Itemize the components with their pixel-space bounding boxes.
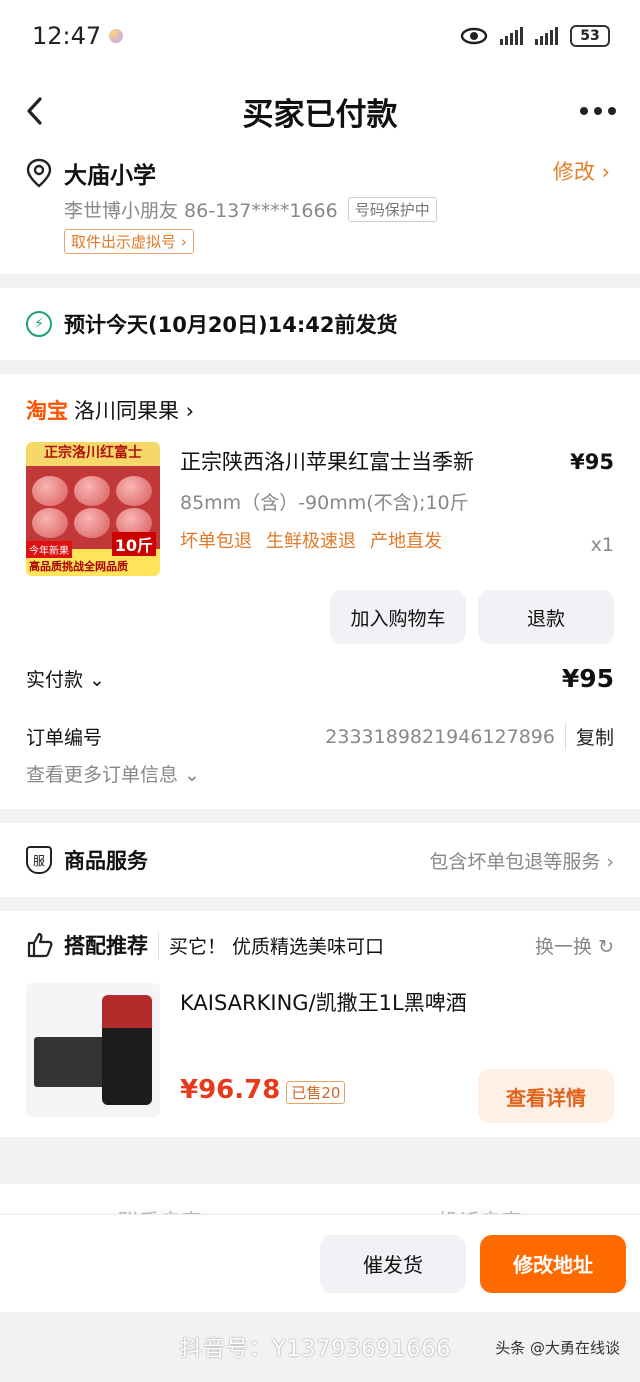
bottom-action-bar: 催发货 修改地址: [0, 1214, 640, 1312]
recommend-subtitle: 买它！ 优质精选美味可口: [158, 931, 384, 959]
recommend-price: ¥96.78: [180, 1075, 281, 1105]
toutiao-source: 头条 @大勇在线谈: [495, 1338, 620, 1357]
product-tag: 生鲜极速退: [266, 531, 356, 552]
status-indicators: 53: [460, 25, 610, 47]
paid-label[interactable]: 实付款 ⌄: [26, 665, 105, 692]
divider: [0, 897, 640, 911]
paid-amount: ¥95: [561, 664, 614, 693]
product-tags: 坏单包退 生鲜极速退 产地直发: [180, 527, 614, 553]
product-image[interactable]: 正宗洛川红富士 今年新果 10斤 高品质挑战全网品质: [26, 442, 160, 576]
recommend-section: 搭配推荐 买它！ 优质精选美味可口 换一换 ↻ KAISARKING/凯撒王1L…: [0, 911, 640, 1137]
product-spec: 85mm（含）-90mm(不含);10斤: [180, 492, 469, 514]
paid-row: 实付款 ⌄ ¥95: [26, 664, 614, 693]
product-tag: 产地直发: [370, 531, 442, 552]
recommend-title: 搭配推荐: [64, 934, 148, 958]
douyin-watermark: 抖音号：Y13793691666: [180, 1337, 452, 1362]
battery-indicator: 53: [570, 25, 610, 47]
image-badge-new: 今年新果: [26, 541, 72, 558]
taobao-logo: 淘宝: [26, 399, 68, 423]
image-badge-weight: 10斤: [111, 532, 156, 556]
sold-badge: 已售20: [286, 1081, 346, 1104]
eye-icon: [460, 27, 488, 45]
product-name: 正宗陕西洛川苹果红富士当季新: [180, 450, 474, 474]
virtual-number-button[interactable]: 取件出示虚拟号 ›: [64, 229, 194, 254]
product-price: ¥95: [570, 450, 614, 474]
lightning-icon: ⚡: [26, 311, 52, 337]
location-pin-icon: [26, 158, 52, 188]
shipping-estimate: ⚡ 预计今天(10月20日)14:42前发货: [0, 288, 640, 360]
notification-dot-icon: [109, 29, 124, 43]
image-bottom-text: 高品质挑战全网品质: [29, 560, 128, 573]
more-options-icon[interactable]: [580, 107, 616, 115]
service-desc[interactable]: 包含坏单包退等服务 ›: [429, 847, 614, 874]
signal-icon-2: [535, 27, 558, 45]
thumbs-up-icon: [27, 932, 53, 958]
back-arrow-icon[interactable]: [24, 96, 46, 126]
footer-watermark: 抖音号：Y13793691666 头条 @大勇在线谈: [0, 1312, 640, 1382]
status-time: 12:47: [32, 22, 124, 50]
add-to-cart-button[interactable]: 加入购物车: [330, 590, 466, 644]
privacy-badge: 号码保护中: [347, 197, 437, 222]
clock: 12:47: [32, 22, 102, 50]
shop-header[interactable]: 淘宝 洛川同果果 ›: [26, 374, 614, 438]
shipping-text: 预计今天(10月20日)14:42前发货: [64, 313, 398, 337]
more-order-info-link[interactable]: 查看更多订单信息 ⌄: [26, 760, 614, 787]
edit-address-link[interactable]: 修改 ›: [553, 156, 610, 186]
change-address-button[interactable]: 修改地址: [480, 1234, 626, 1293]
service-shield-icon: 服: [26, 846, 52, 874]
service-title: 商品服务: [64, 849, 148, 873]
product-quantity: x1: [590, 534, 614, 556]
order-number-row: 订单编号 2333189821946127896 复制: [26, 723, 614, 750]
service-section[interactable]: 服 商品服务 包含坏单包退等服务 ›: [0, 823, 640, 897]
product-actions: 加入购物车 退款: [26, 590, 614, 644]
divider: [0, 274, 640, 288]
address-contact: 李世博小朋友 86-137****1666 号码保护中: [64, 196, 614, 223]
view-details-button[interactable]: 查看详情: [478, 1069, 614, 1123]
address-name: 大庙小学: [64, 163, 156, 189]
urge-shipping-button[interactable]: 催发货: [320, 1234, 466, 1293]
beer-product-image[interactable]: [26, 983, 160, 1117]
divider: [0, 809, 640, 823]
address-section[interactable]: 大庙小学 修改 › 李世博小朋友 86-137****1666 号码保护中 取件…: [0, 150, 640, 274]
shop-name[interactable]: 洛川同果果 ›: [74, 395, 194, 425]
product-row[interactable]: 正宗洛川红富士 今年新果 10斤 高品质挑战全网品质 正宗陕西洛川苹果红富士当季…: [26, 442, 614, 576]
page-title: 买家已付款: [242, 96, 398, 133]
divider: [0, 360, 640, 374]
order-number: 2333189821946127896: [325, 725, 555, 748]
order-number-label: 订单编号: [26, 727, 103, 749]
recommend-item[interactable]: KAISARKING/凯撒王1L黑啤酒 ¥96.78 已售20 查看详情: [26, 983, 614, 1123]
status-bar: 12:47 53: [0, 0, 640, 72]
product-tag: 坏单包退: [180, 531, 252, 552]
image-caption: 正宗洛川红富士: [44, 445, 142, 461]
recommend-price-row: ¥96.78 已售20: [180, 1075, 346, 1105]
signal-icon: [500, 27, 523, 45]
order-section: 淘宝 洛川同果果 › 正宗洛川红富士 今年新果 10斤 高品质挑战全网品质 正宗…: [0, 374, 640, 809]
copy-button[interactable]: 复制: [564, 723, 614, 750]
nav-bar: 买家已付款: [0, 72, 640, 150]
contact-text: 李世博小朋友 86-137****1666: [64, 200, 338, 222]
refund-button[interactable]: 退款: [478, 590, 614, 644]
swap-button[interactable]: 换一换 ↻: [535, 932, 614, 959]
